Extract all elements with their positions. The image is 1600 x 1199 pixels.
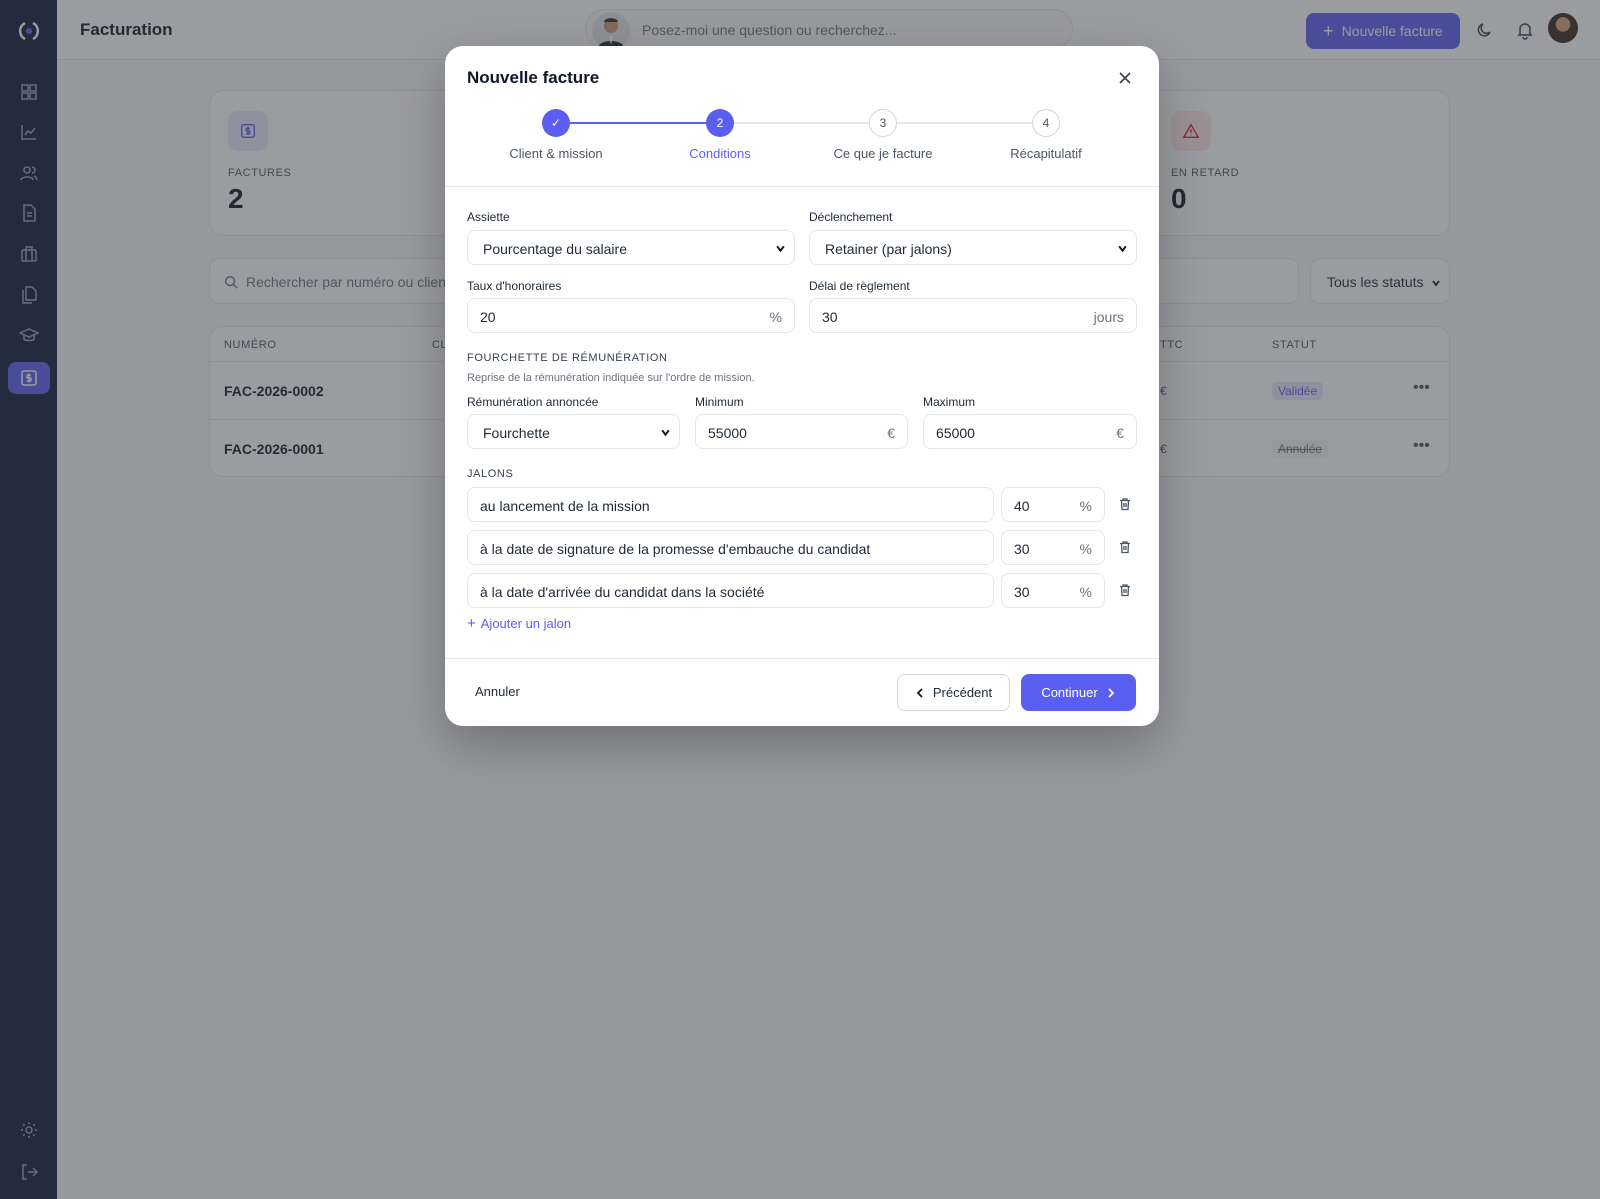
- declenchement-value: Retainer (par jalons): [825, 241, 952, 257]
- jalon-percent-input[interactable]: 40 %: [1001, 487, 1105, 522]
- chevron-down-icon: [1118, 245, 1127, 253]
- close-icon[interactable]: [1117, 70, 1133, 86]
- add-jalon-label: Ajouter un jalon: [480, 616, 572, 631]
- delai-label: Délai de règlement: [809, 279, 910, 293]
- jalon-label-input[interactable]: à la date d'arrivée du candidat dans la …: [467, 573, 994, 608]
- modal-title: Nouvelle facture: [467, 68, 600, 87]
- jalon-percent-input[interactable]: 30 %: [1001, 530, 1105, 565]
- minimum-value: 55000: [708, 425, 747, 441]
- chevron-left-icon: [916, 687, 923, 698]
- chevron-down-icon: [661, 429, 670, 437]
- stepper-line-done: [556, 122, 720, 124]
- step-1-label: Client & mission: [509, 146, 603, 161]
- taux-suffix: %: [769, 309, 782, 325]
- jalons-title: JALONS: [467, 468, 514, 480]
- jalon-label: à la date d'arrivée du candidat dans la …: [480, 584, 765, 600]
- percent-suffix: %: [1079, 541, 1092, 557]
- delai-value: 30: [822, 309, 838, 325]
- taux-input[interactable]: 20 %: [467, 298, 795, 333]
- declenchement-select[interactable]: Retainer (par jalons): [809, 230, 1137, 265]
- jalon-percent: 30: [1014, 584, 1030, 600]
- trash-icon[interactable]: [1118, 540, 1132, 554]
- delai-input[interactable]: 30 jours: [809, 298, 1137, 333]
- taux-label: Taux d'honoraires: [467, 279, 562, 293]
- fourchette-title: FOURCHETTE DE RÉMUNÉRATION: [467, 352, 668, 364]
- previous-button[interactable]: Précédent: [897, 674, 1010, 711]
- maximum-value: 65000: [936, 425, 975, 441]
- step-2-label: Conditions: [689, 146, 751, 161]
- minimum-label: Minimum: [695, 395, 744, 409]
- cancel-button[interactable]: Annuler: [475, 684, 520, 699]
- modal-footer-divider: [445, 658, 1159, 659]
- modal-divider: [445, 186, 1159, 187]
- step-4-dot[interactable]: 4: [1032, 109, 1060, 137]
- jalon-label-input[interactable]: à la date de signature de la promesse d'…: [467, 530, 994, 565]
- add-jalon-button[interactable]: + Ajouter un jalon: [467, 616, 571, 631]
- jalon-percent-input[interactable]: 30 %: [1001, 573, 1105, 608]
- previous-label: Précédent: [932, 685, 993, 700]
- jalon-label-input[interactable]: au lancement de la mission: [467, 487, 994, 522]
- assiette-label: Assiette: [467, 210, 510, 224]
- jalon-percent: 40: [1014, 498, 1030, 514]
- trash-icon[interactable]: [1118, 497, 1132, 511]
- declenchement-label: Déclenchement: [809, 210, 893, 224]
- plus-icon: +: [467, 615, 476, 632]
- remuneration-value: Fourchette: [483, 425, 550, 441]
- maximum-label: Maximum: [923, 395, 976, 409]
- chevron-down-icon: [776, 245, 785, 253]
- jalon-label: à la date de signature de la promesse d'…: [480, 541, 871, 557]
- remuneration-label: Rémunération annoncée: [467, 395, 599, 409]
- continue-label: Continuer: [1041, 685, 1098, 700]
- euro-suffix: €: [887, 425, 895, 441]
- chevron-right-icon: [1108, 687, 1114, 698]
- assiette-value: Pourcentage du salaire: [483, 241, 627, 257]
- step-3-dot[interactable]: 3: [869, 109, 897, 137]
- minimum-input[interactable]: 55000 €: [695, 414, 908, 449]
- maximum-input[interactable]: 65000 €: [923, 414, 1137, 449]
- step-1-dot[interactable]: ✓: [542, 109, 570, 137]
- euro-suffix: €: [1116, 425, 1124, 441]
- taux-value: 20: [480, 309, 496, 325]
- percent-suffix: %: [1079, 584, 1092, 600]
- percent-suffix: %: [1079, 498, 1092, 514]
- trash-icon[interactable]: [1118, 583, 1132, 597]
- continue-button[interactable]: Continuer: [1021, 674, 1136, 711]
- jalon-percent: 30: [1014, 541, 1030, 557]
- new-invoice-modal: Nouvelle facture ✓ Client & mission 2 Co…: [445, 46, 1159, 726]
- remuneration-select[interactable]: Fourchette: [467, 414, 680, 449]
- assiette-select[interactable]: Pourcentage du salaire: [467, 230, 795, 265]
- step-3-label: Ce que je facture: [833, 146, 933, 161]
- step-2-dot[interactable]: 2: [706, 109, 734, 137]
- delai-suffix: jours: [1093, 309, 1124, 325]
- fourchette-desc: Reprise de la rémunération indiquée sur …: [467, 372, 755, 384]
- step-4-label: Récapitulatif: [1010, 146, 1082, 161]
- jalon-label: au lancement de la mission: [480, 498, 650, 514]
